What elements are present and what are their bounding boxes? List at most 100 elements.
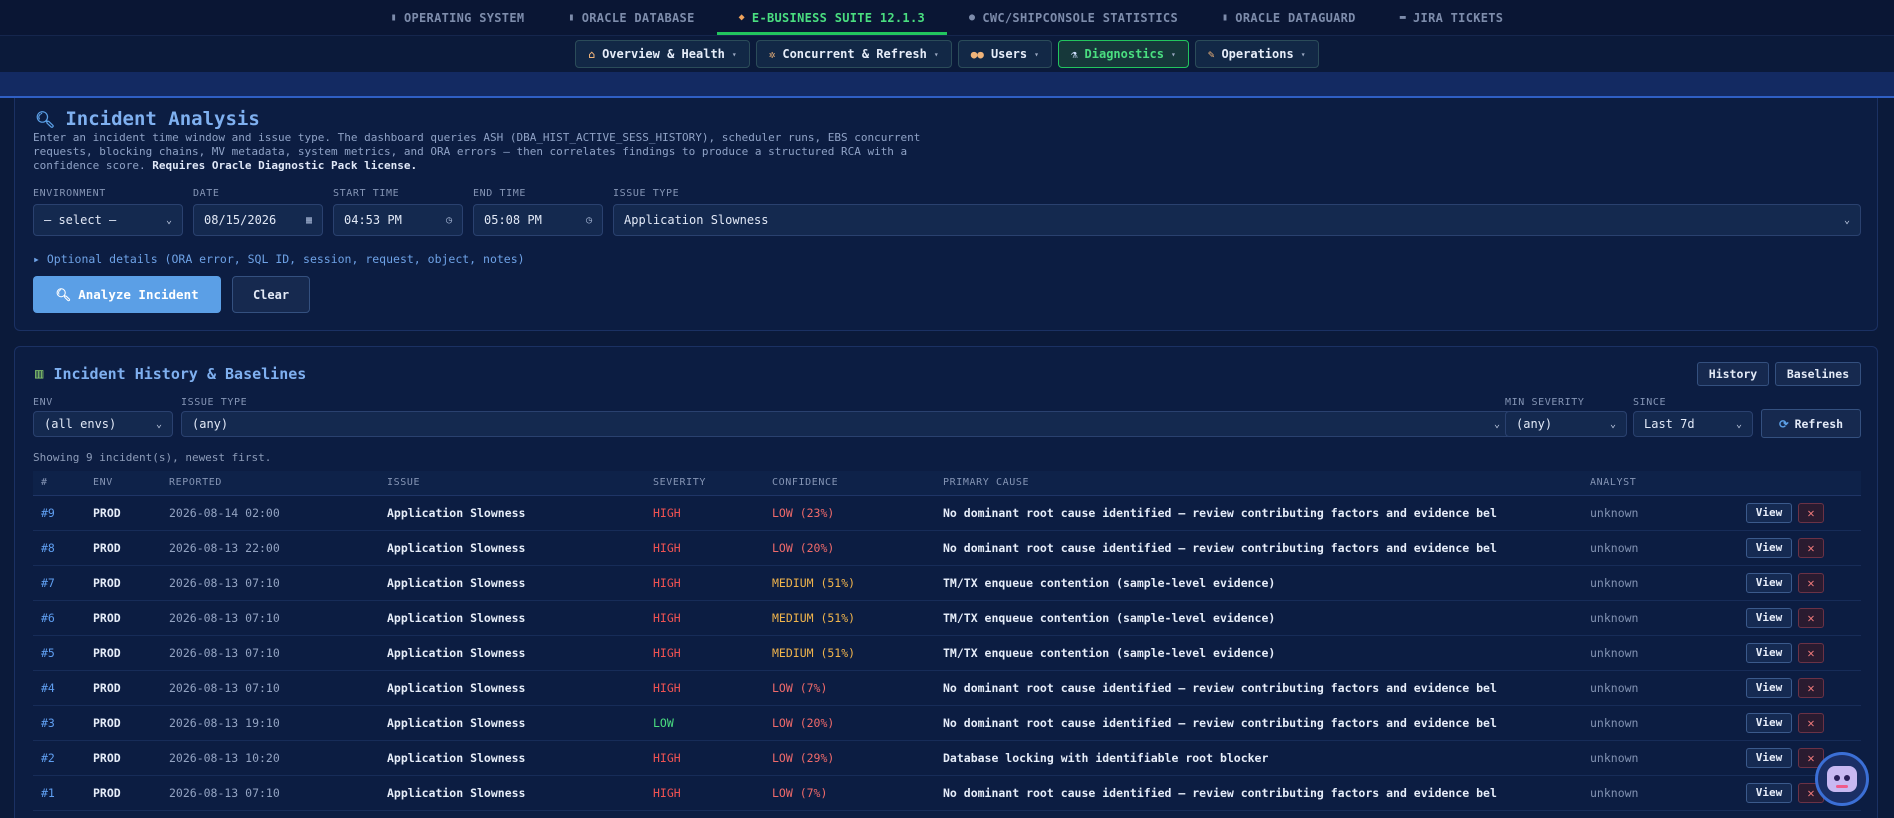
column-header: PRIMARY CAUSE (935, 471, 1582, 496)
table-row: #3 PROD 2026-08-13 19:10 Application Slowne… (33, 705, 1861, 741)
cell-confidence: LOW (20%) (764, 530, 935, 566)
top-tab-label: JIRA TICKETS (1413, 10, 1504, 25)
view-button[interactable]: View (1746, 502, 1792, 523)
severity-filter-label: MIN SEVERITY (1505, 397, 1585, 408)
assistant-bot-button[interactable] (1815, 752, 1869, 806)
top-tab-jira-tickets[interactable]: ▬ JIRA TICKETS (1378, 0, 1526, 35)
severity-filter-select[interactable]: (any) ⌄ (1505, 411, 1627, 437)
incident-analysis-title: 🔍︎ Incident Analysis (35, 108, 260, 130)
delete-icon[interactable]: ✕ (1798, 607, 1824, 628)
delete-icon[interactable]: ✕ (1798, 642, 1824, 663)
severity-filter-value: (any) (1516, 417, 1553, 431)
view-button[interactable]: View (1746, 782, 1792, 803)
column-header: CONFIDENCE (764, 471, 935, 496)
dropdown-dot-icon: ▾ (1171, 49, 1176, 59)
clock-icon[interactable]: ◷ (446, 215, 452, 226)
view-button[interactable]: View (1746, 537, 1792, 558)
sub-tab-label: Overview & Health (602, 47, 725, 61)
clock-icon[interactable]: ◷ (586, 215, 592, 226)
cell-confidence: MEDIUM (51%) (764, 600, 935, 636)
view-button[interactable]: View (1746, 712, 1792, 733)
end-time-value: 05:08 PM (484, 213, 542, 227)
cell-analyst: unknown (1582, 530, 1694, 566)
end-time-label: END TIME (473, 188, 526, 199)
top-tab-e-business-suite-12-1-3[interactable]: ◆ E-BUSINESS SUITE 12.1.3 (716, 0, 948, 35)
cell-id[interactable]: #9 (33, 495, 85, 531)
issue-filter-select[interactable]: (any) ⌄ (181, 411, 1511, 437)
cell-env: PROD (85, 705, 161, 741)
cell-id[interactable]: #1 (33, 775, 85, 811)
view-button[interactable]: View (1746, 607, 1792, 628)
cell-reported: 2026-08-14 02:00 (161, 495, 379, 531)
view-button[interactable]: View (1746, 747, 1792, 768)
house-icon: ⌂ (588, 47, 596, 61)
since-filter-select[interactable]: Last 7d ⌄ (1633, 411, 1753, 437)
cell-id[interactable]: #2 (33, 740, 85, 776)
users-icon: ●● (970, 47, 984, 61)
cell-cause: No dominant root cause identified — revi… (935, 705, 1582, 741)
delete-icon[interactable]: ✕ (1798, 572, 1824, 593)
start-time-input[interactable]: 04:53 PM ◷ (333, 204, 463, 236)
baselines-button[interactable]: Baselines (1775, 362, 1861, 386)
view-button[interactable]: View (1746, 572, 1792, 593)
chevron-down-icon: ⌄ (155, 418, 162, 430)
chevron-down-icon: ⌄ (1843, 214, 1850, 226)
server-icon: ▮ (390, 12, 397, 23)
sub-tab-overview-health[interactable]: ⌂ Overview & Health ▾ (575, 40, 750, 68)
cell-id[interactable]: #5 (33, 635, 85, 671)
column-header: ISSUE (379, 471, 645, 496)
table-row: #2 PROD 2026-08-13 10:20 Application Slowne… (33, 740, 1861, 776)
refresh-icon: ⟳ (1778, 416, 1789, 431)
column-header: # (33, 471, 85, 496)
cell-actions: View ✕ (1694, 495, 1861, 531)
refresh-button[interactable]: ⟳ Refresh (1761, 409, 1861, 438)
top-tab-label: ORACLE DATABASE (581, 10, 695, 25)
sub-tab-label: Users (990, 47, 1028, 61)
cell-id[interactable]: #8 (33, 530, 85, 566)
delete-icon[interactable]: ✕ (1798, 677, 1824, 698)
issue-filter-value: (any) (192, 417, 229, 431)
history-button[interactable]: History (1697, 362, 1769, 386)
issue-type-select[interactable]: Application Slowness ⌄ (613, 204, 1861, 236)
date-input[interactable]: 08/15/2026 ▦ (193, 204, 323, 236)
view-button[interactable]: View (1746, 677, 1792, 698)
cell-id[interactable]: #3 (33, 705, 85, 741)
analyze-incident-button[interactable]: 🔍︎ Analyze Incident (33, 276, 221, 313)
chevron-down-icon: ⌄ (165, 214, 172, 226)
env-filter-select[interactable]: (all envs) ⌄ (33, 411, 173, 437)
environment-select[interactable]: — select — ⌄ (33, 204, 183, 236)
top-tab-oracle-dataguard[interactable]: ▮ ORACLE DATAGUARD (1200, 0, 1378, 35)
cell-confidence: LOW (7%) (764, 775, 935, 811)
license-note: Requires Oracle Diagnostic Pack license. (152, 159, 418, 172)
cell-analyst: unknown (1582, 740, 1694, 776)
cell-issue: Application Slowness (379, 740, 645, 776)
sub-tab-users[interactable]: ●● Users ▾ (957, 40, 1052, 68)
cell-id[interactable]: #7 (33, 565, 85, 601)
delete-icon[interactable]: ✕ (1798, 712, 1824, 733)
column-header (1694, 471, 1861, 496)
cell-env: PROD (85, 565, 161, 601)
robot-icon (1827, 766, 1857, 792)
cell-cause: No dominant root cause identified — revi… (935, 495, 1582, 531)
sub-tab-diagnostics[interactable]: ⚗ Diagnostics ▾ (1057, 40, 1189, 68)
cell-analyst: unknown (1582, 495, 1694, 531)
start-time-label: START TIME (333, 188, 400, 199)
delete-icon[interactable]: ✕ (1798, 537, 1824, 558)
view-button[interactable]: View (1746, 642, 1792, 663)
cell-id[interactable]: #6 (33, 600, 85, 636)
cell-analyst: unknown (1582, 670, 1694, 706)
cell-issue: Application Slowness (379, 495, 645, 531)
end-time-input[interactable]: 05:08 PM ◷ (473, 204, 603, 236)
sub-tab-concurrent-refresh[interactable]: ✲ Concurrent & Refresh ▾ (755, 40, 952, 68)
magnifier-icon: 🔍︎ (35, 109, 56, 129)
delete-icon[interactable]: ✕ (1798, 502, 1824, 523)
cell-id[interactable]: #4 (33, 670, 85, 706)
top-tab-operating-system[interactable]: ▮ OPERATING SYSTEM (369, 0, 547, 35)
optional-details-toggle[interactable]: ▸ Optional details (ORA error, SQL ID, s… (33, 252, 525, 266)
calendar-icon[interactable]: ▦ (306, 215, 312, 226)
sub-tab-operations[interactable]: ✎ Operations ▾ (1194, 40, 1319, 68)
top-tab-oracle-database[interactable]: ▮ ORACLE DATABASE (546, 0, 716, 35)
table-row: #1 PROD 2026-08-13 07:10 Application Slowne… (33, 775, 1861, 811)
top-tab-cwc-shipconsole-statistics[interactable]: ● CWC/SHIPCONSOLE STATISTICS (947, 0, 1200, 35)
clear-button[interactable]: Clear (232, 276, 310, 313)
